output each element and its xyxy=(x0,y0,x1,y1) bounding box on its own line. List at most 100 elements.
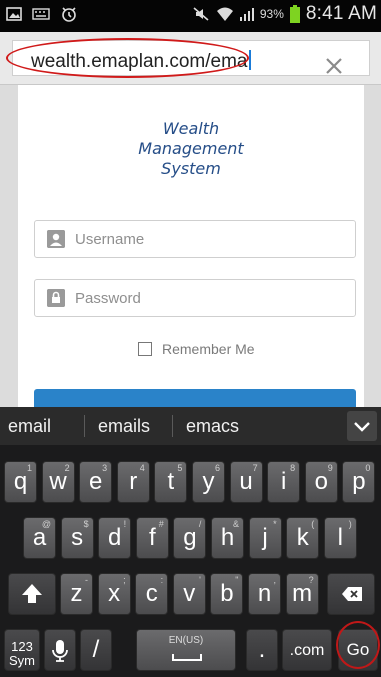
close-icon[interactable] xyxy=(323,55,345,77)
key-g[interactable]: / g xyxy=(173,517,207,559)
login-card: Wealth Management System Username Passwo… xyxy=(18,85,364,407)
suggestion-item[interactable]: emacs xyxy=(186,416,239,437)
key-h[interactable]: & h xyxy=(211,517,244,559)
suggestion-item[interactable]: emails xyxy=(98,416,150,437)
key-label: v xyxy=(183,580,196,607)
go-key-label: Go xyxy=(346,640,370,659)
key-label: h xyxy=(220,524,235,551)
key-n[interactable]: ,n xyxy=(248,573,281,615)
mute-icon xyxy=(193,7,209,21)
key-e[interactable]: 3e xyxy=(79,461,113,503)
key-label: k xyxy=(296,524,309,551)
backspace-icon xyxy=(342,587,362,601)
divider xyxy=(84,415,85,437)
key-label: t xyxy=(167,468,175,495)
key-r[interactable]: 4r xyxy=(116,461,150,503)
key-c[interactable]: :c xyxy=(135,573,169,615)
slash-key-label: / xyxy=(92,636,100,663)
key-label: q xyxy=(13,468,28,495)
dotcom-key-label: .com xyxy=(289,642,325,659)
expand-suggestions-button[interactable] xyxy=(347,411,377,441)
key-label: m xyxy=(292,580,313,607)
image-icon xyxy=(6,7,22,21)
key-label: d xyxy=(108,524,122,551)
username-placeholder: Username xyxy=(75,231,145,248)
key-q[interactable]: 1q xyxy=(4,461,37,503)
brand-line-1: Wealth xyxy=(162,119,220,138)
key-k[interactable]: (k xyxy=(286,517,320,559)
brand-logo: Wealth Management System xyxy=(18,119,364,179)
key-f[interactable]: # f xyxy=(135,517,169,559)
go-key[interactable]: Go xyxy=(338,629,378,671)
space-icon xyxy=(172,654,202,661)
key-label: x xyxy=(108,580,121,607)
battery-percent: 93% xyxy=(259,7,284,21)
microphone-icon xyxy=(52,640,68,662)
key-s[interactable]: $ s xyxy=(60,517,94,559)
key-label: b xyxy=(220,580,234,607)
lock-icon xyxy=(47,289,65,307)
voice-input-key[interactable] xyxy=(44,629,76,671)
key-label: l xyxy=(337,524,343,551)
key-t[interactable]: 5t xyxy=(154,461,188,503)
on-screen-keyboard: 1q2w3e4r5t6y7u8i9o0p @ a $ s! d # f / g & h * j(k) l … xyxy=(0,445,381,677)
shift-icon xyxy=(22,584,42,603)
slash-key[interactable]: / xyxy=(80,629,112,671)
remember-checkbox[interactable] xyxy=(138,342,152,356)
suggestion-item[interactable]: email xyxy=(8,416,51,437)
status-bar: 93% 8:41 AM xyxy=(0,0,381,32)
period-key[interactable]: . xyxy=(246,629,278,671)
key-b[interactable]: " b xyxy=(210,573,244,615)
symbols-key-label-1: 123 xyxy=(11,639,33,654)
url-text: wealth.emaplan.com/ema xyxy=(31,51,248,72)
key-i[interactable]: 8i xyxy=(267,461,301,503)
backspace-key[interactable] xyxy=(327,573,375,615)
key-z[interactable]: -z xyxy=(60,573,93,615)
keyboard-icon xyxy=(32,8,50,20)
key-l[interactable]: ) l xyxy=(323,517,357,559)
signal-icon xyxy=(239,8,254,21)
key-label: w xyxy=(49,468,67,495)
symbols-key[interactable]: 123 Sym xyxy=(4,629,40,671)
key-label: s xyxy=(71,524,84,551)
key-p[interactable]: 0p xyxy=(342,461,376,503)
user-icon xyxy=(47,230,65,248)
battery-icon xyxy=(289,5,300,23)
clock: 8:41 AM xyxy=(305,3,377,24)
key-x[interactable]: ; x xyxy=(97,573,131,615)
username-field[interactable]: Username xyxy=(34,220,356,258)
key-a[interactable]: @ a xyxy=(23,517,56,559)
key-label: z xyxy=(70,580,83,607)
key-v[interactable]: ' v xyxy=(172,573,206,615)
key-y[interactable]: 6y xyxy=(192,461,225,503)
key-m[interactable]: ? m xyxy=(285,573,319,615)
key-label: u xyxy=(239,468,253,495)
key-label: r xyxy=(129,468,138,495)
key-u[interactable]: 7u xyxy=(229,461,263,503)
key-label: a xyxy=(32,524,47,551)
key-o[interactable]: 9o xyxy=(304,461,338,503)
chevron-down-icon xyxy=(354,422,370,432)
key-j[interactable]: * j xyxy=(248,517,282,559)
wifi-icon xyxy=(216,7,233,21)
remember-me[interactable]: Remember Me xyxy=(138,341,255,357)
brand-line-3: System xyxy=(161,159,221,178)
brand-line-2: Management xyxy=(138,139,244,158)
text-cursor xyxy=(248,50,251,70)
password-field[interactable]: Password xyxy=(34,279,356,317)
remember-label: Remember Me xyxy=(162,341,255,357)
key-label: c xyxy=(145,580,158,607)
key-w[interactable]: 2w xyxy=(41,461,75,503)
dotcom-key[interactable]: .com xyxy=(282,629,332,671)
browser-url-bar: wealth.emaplan.com/ema xyxy=(0,32,381,85)
sign-in-button[interactable] xyxy=(34,389,356,407)
space-key[interactable]: EN(US) xyxy=(136,629,236,671)
url-input[interactable]: wealth.emaplan.com/ema xyxy=(12,40,370,76)
symbols-key-label-2: Sym xyxy=(9,653,35,668)
key-label: o xyxy=(314,468,328,495)
key-label: n xyxy=(257,580,272,607)
shift-key[interactable] xyxy=(8,573,56,615)
key-label: f xyxy=(148,524,156,551)
alarm-icon xyxy=(62,7,76,22)
key-d[interactable]: ! d xyxy=(98,517,132,559)
